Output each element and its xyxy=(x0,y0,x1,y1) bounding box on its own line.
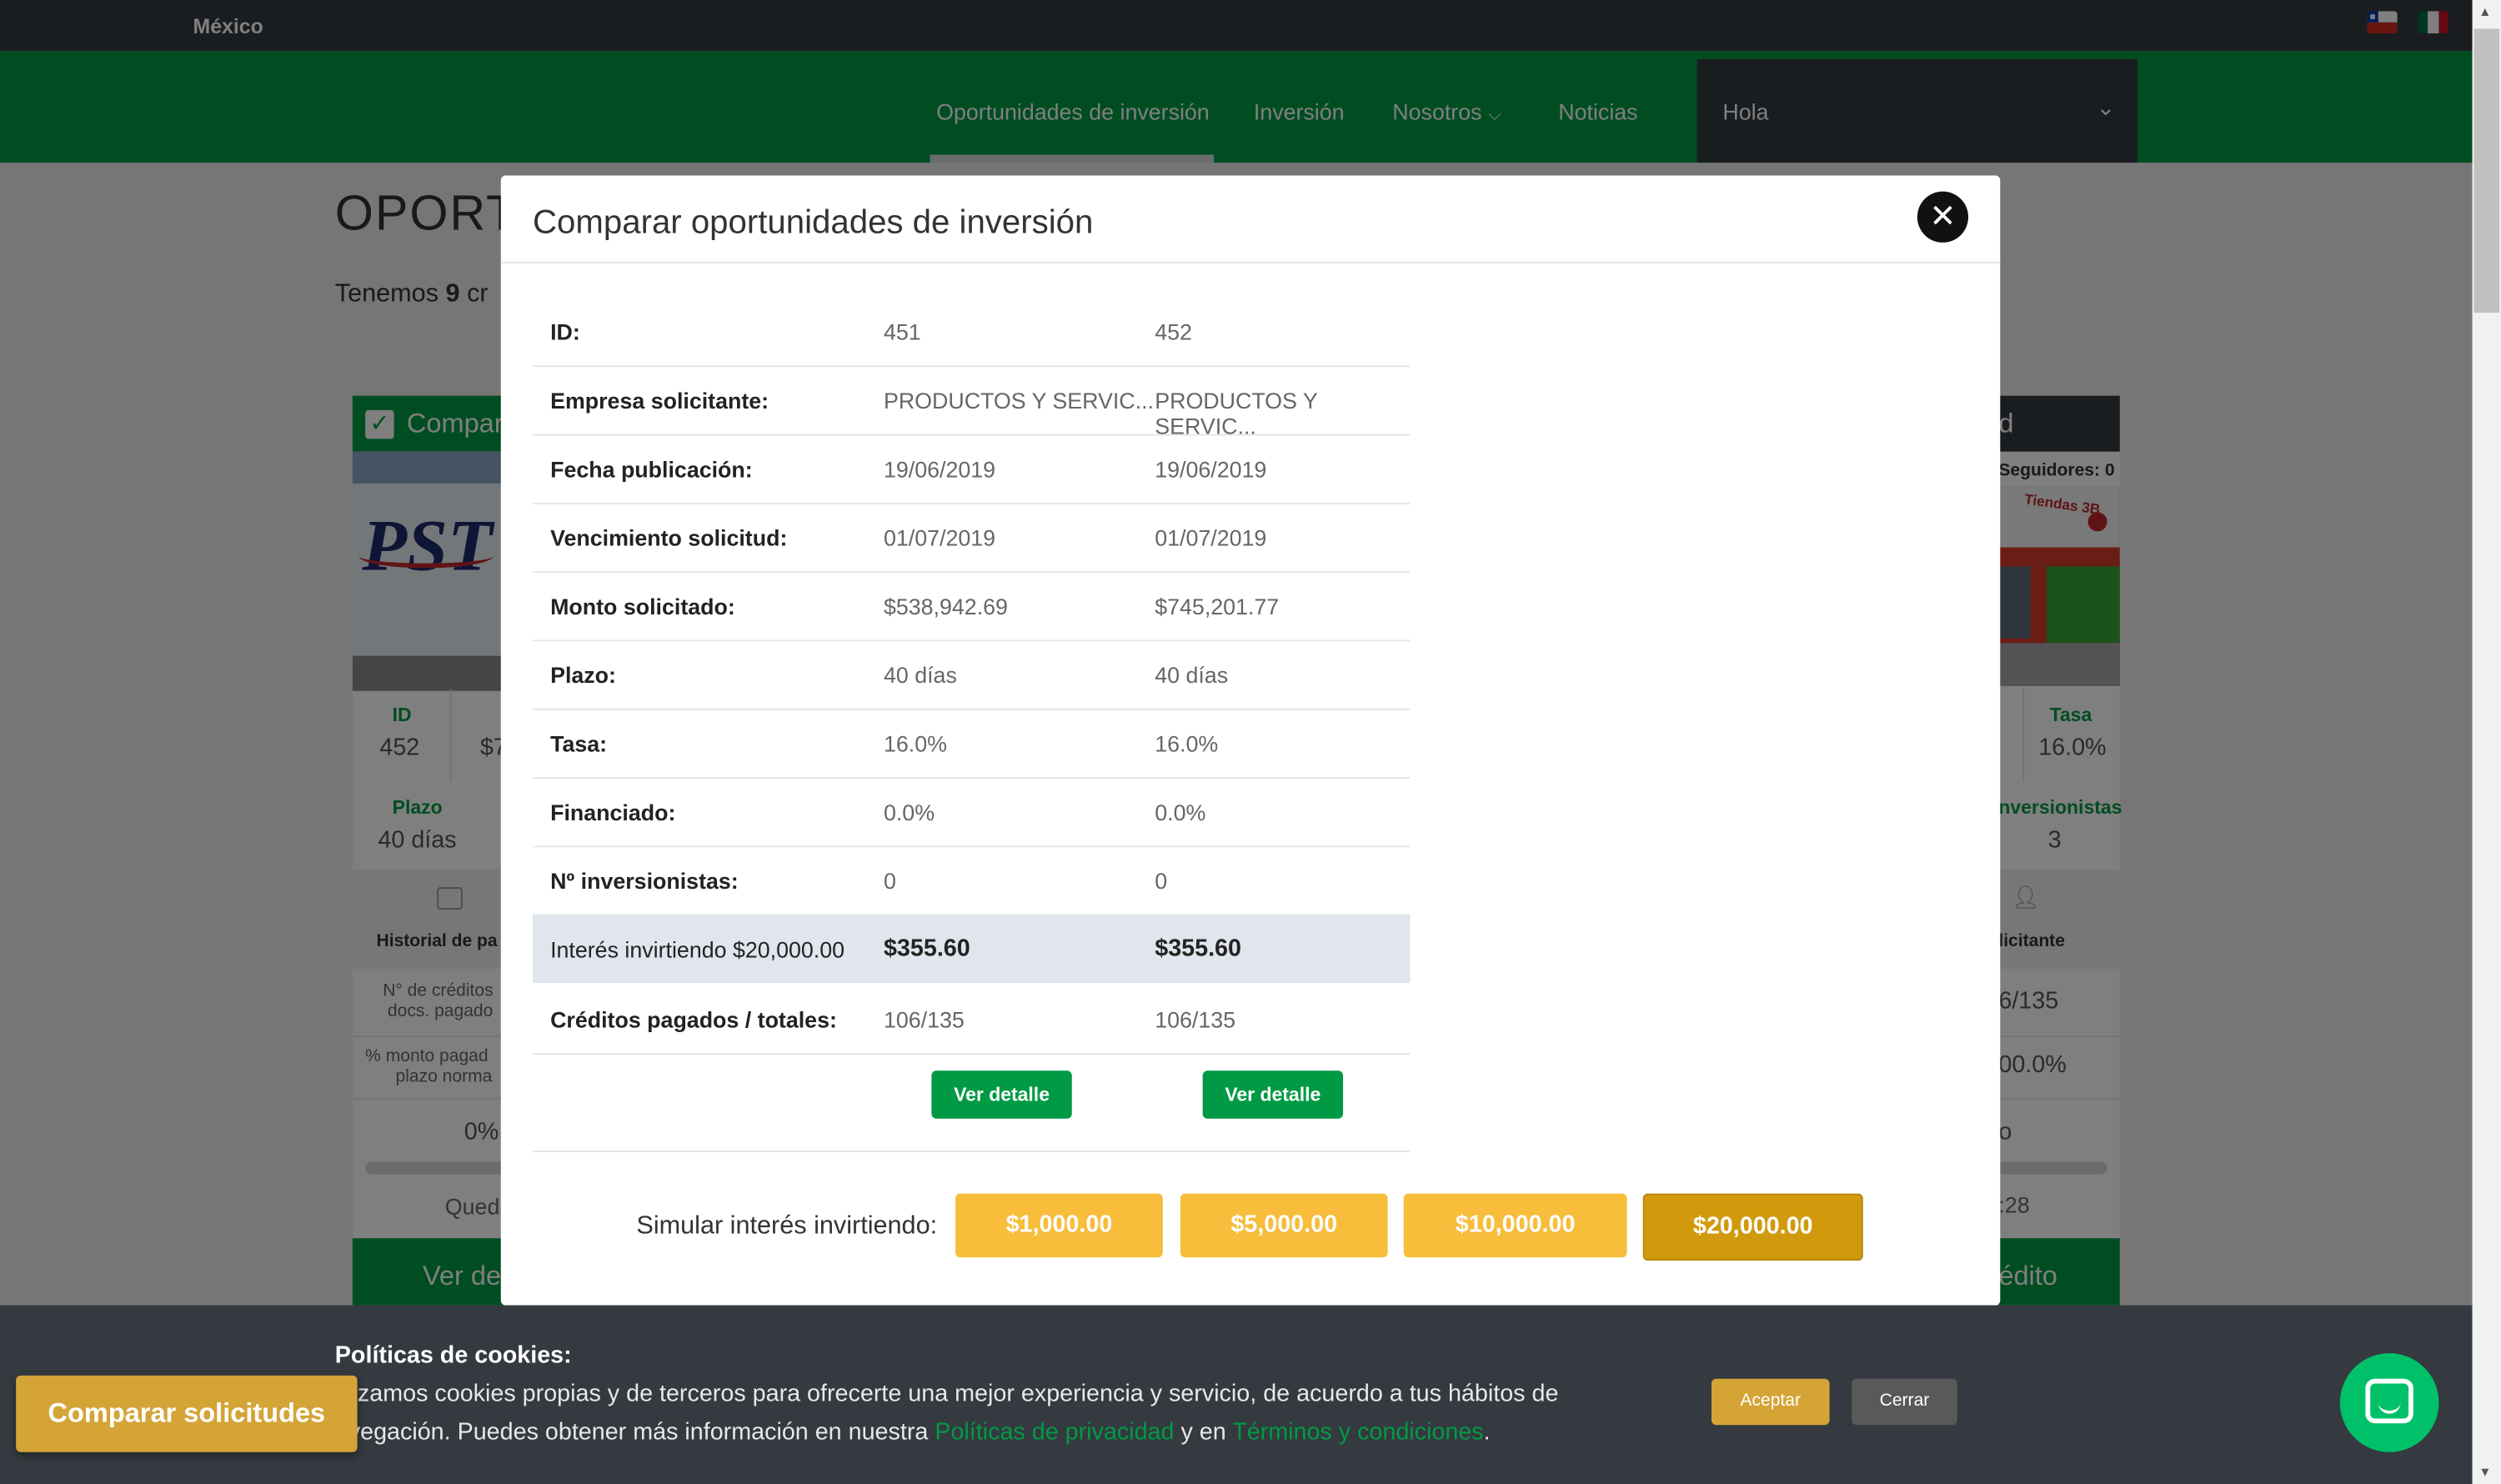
simulate-20000-button[interactable]: $20,000.00 xyxy=(1642,1193,1863,1261)
ver-detalle-button-452[interactable]: Ver detalle xyxy=(1202,1070,1343,1119)
cookie-text-line2: avegación. Puedes obtener más informació… xyxy=(334,1418,1491,1446)
table-row: Plazo: 40 días 40 días xyxy=(533,640,1411,710)
cookie-text-line1: tilizamos cookies propias y de terceros … xyxy=(334,1380,1559,1408)
table-row: Nº inversionistas: 0 0 xyxy=(533,845,1411,916)
simulate-5000-button[interactable]: $5,000.00 xyxy=(1180,1193,1388,1258)
modal-title: Comparar oportunidades de inversión xyxy=(533,203,1094,242)
table-row: Fecha publicación: 19/06/2019 19/06/2019 xyxy=(533,434,1411,504)
chat-icon[interactable] xyxy=(2339,1353,2439,1452)
divider xyxy=(533,1150,1411,1152)
table-row: Financiado: 0.0% 0.0% xyxy=(533,777,1411,848)
scroll-down-icon[interactable]: ▼ xyxy=(2478,1465,2491,1479)
table-row: Empresa solicitante: PRODUCTOS Y SERVIC.… xyxy=(533,365,1411,439)
compare-modal: Comparar oportunidades de inversión ✕ ID… xyxy=(500,175,2001,1306)
scrollbar-thumb[interactable] xyxy=(2473,28,2500,313)
terms-link[interactable]: Términos y condiciones xyxy=(1232,1419,1483,1446)
ver-detalle-button-451[interactable]: Ver detalle xyxy=(931,1070,1072,1119)
simulate-label: Simular interés invirtiendo: xyxy=(636,1212,938,1241)
table-row: ID: 451 452 xyxy=(533,297,1411,368)
modal-divider xyxy=(500,261,2001,263)
interest-row: Interés invirtiendo $20,000.00 $355.60 $… xyxy=(533,914,1411,984)
simulate-1000-button[interactable]: $1,000.00 xyxy=(955,1193,1163,1258)
compare-requests-button[interactable]: Comparar solicitudes xyxy=(16,1375,358,1452)
cookie-accept-button[interactable]: Aceptar xyxy=(1711,1378,1830,1426)
table-row: Monto solicitado: $538,942.69 $745,201.7… xyxy=(533,571,1411,642)
table-row: Tasa: 16.0% 16.0% xyxy=(533,709,1411,780)
cookie-close-button[interactable]: Cerrar xyxy=(1852,1378,1957,1426)
table-row: Vencimiento solicitud: 01/07/2019 01/07/… xyxy=(533,503,1411,574)
scroll-up-icon[interactable]: ▲ xyxy=(2478,5,2491,19)
close-icon[interactable]: ✕ xyxy=(1917,191,1969,243)
cookie-banner: Políticas de cookies: tilizamos cookies … xyxy=(0,1305,2473,1484)
table-row: Créditos pagados / totales: 106/135 106/… xyxy=(533,983,1411,1055)
simulate-10000-button[interactable]: $10,000.00 xyxy=(1403,1193,1627,1258)
cookie-title: Políticas de cookies: xyxy=(334,1341,572,1370)
privacy-link[interactable]: Políticas de privacidad xyxy=(935,1419,1174,1446)
